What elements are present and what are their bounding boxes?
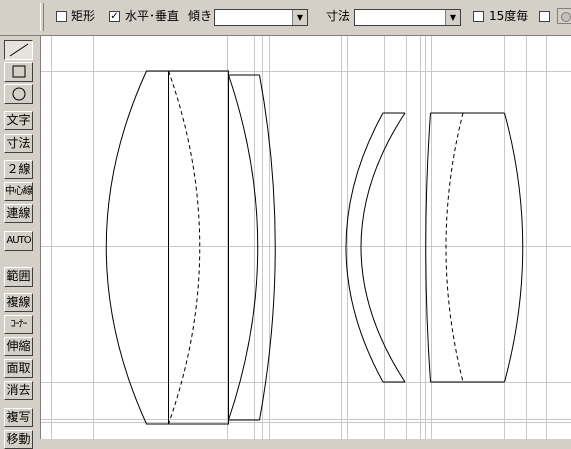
dimension-combobox[interactable]: ▼ (354, 9, 461, 26)
drawing-surface[interactable] (41, 36, 571, 439)
dimension-tool-button[interactable]: 寸法 (4, 134, 33, 153)
double-line-tool-button[interactable]: ２線 (4, 160, 33, 179)
stretch-tool-button[interactable]: 伸縮 (4, 337, 33, 356)
lens-element-3-inner-surface (360, 112, 406, 383)
lens-element-1-hidden-surface (168, 70, 201, 425)
center-line-tool-button[interactable]: 中心線 (4, 182, 33, 201)
lens-element-4-right-surface (504, 112, 524, 383)
grid (41, 36, 571, 439)
erase-tool-button[interactable]: 消去 (4, 381, 33, 400)
toolbar-grip[interactable] (40, 3, 44, 31)
continuous-line-tool-button[interactable]: 連線 (4, 204, 33, 223)
lens-element-1 (105, 70, 229, 425)
tool-palette: 文字 寸法 ２線 中心線 連線 AUTO 範囲 複線 ｺｰﾅｰ 伸縮 面取 消去… (0, 36, 39, 449)
copy-tool-button[interactable]: 複写 (4, 408, 33, 427)
rect-tool-button[interactable] (4, 62, 33, 82)
rect-checkbox-label: 矩形 (71, 9, 96, 23)
chevron-down-icon[interactable]: ▼ (292, 10, 307, 25)
deg15-label: 15度毎 (489, 9, 529, 23)
rectangle-icon (12, 65, 25, 78)
tilt-label: 傾き (188, 9, 213, 23)
line-icon (9, 43, 28, 57)
dimension-label: 寸法 (326, 9, 351, 23)
lens-element-3-outer-surface (345, 112, 384, 383)
hv-checkbox-label: 水平･垂直 (125, 9, 180, 23)
extra-checkbox[interactable] (539, 11, 550, 22)
move-tool-button[interactable]: 移動 (4, 430, 33, 449)
lens-element-4-hidden-surface (445, 112, 464, 383)
rect-checkbox[interactable] (56, 11, 67, 22)
chamfer-tool-button[interactable]: 面取 (4, 359, 33, 378)
chevron-down-icon[interactable]: ▼ (445, 10, 460, 25)
circle-tool-button[interactable] (4, 84, 33, 104)
toolbar: 矩形 ✓ 水平･垂直 傾き ▼ 寸法 ▼ 15度毎 (0, 0, 571, 36)
mode-radio[interactable] (557, 8, 571, 24)
multi-line-tool-button[interactable]: 複線 (4, 293, 33, 312)
drawing-canvas[interactable] (40, 36, 571, 439)
range-tool-button[interactable]: 範囲 (4, 267, 33, 287)
auto-tool-button[interactable]: AUTO (4, 231, 33, 251)
text-tool-button[interactable]: 文字 (4, 111, 33, 130)
tilt-combobox[interactable]: ▼ (214, 9, 308, 26)
hv-checkbox[interactable]: ✓ (109, 11, 120, 22)
lens-drawing (105, 70, 524, 425)
lens-element-2-outer-surface (259, 74, 276, 421)
lens-element-2-inner-surface (228, 74, 259, 421)
circle-icon (12, 87, 25, 101)
line-tool-button[interactable] (4, 40, 33, 60)
radio-dot-icon (561, 12, 571, 22)
corner-tool-button[interactable]: ｺｰﾅｰ (4, 315, 33, 334)
deg15-checkbox[interactable] (473, 11, 484, 22)
lens-element-4-left-surface (425, 112, 431, 383)
